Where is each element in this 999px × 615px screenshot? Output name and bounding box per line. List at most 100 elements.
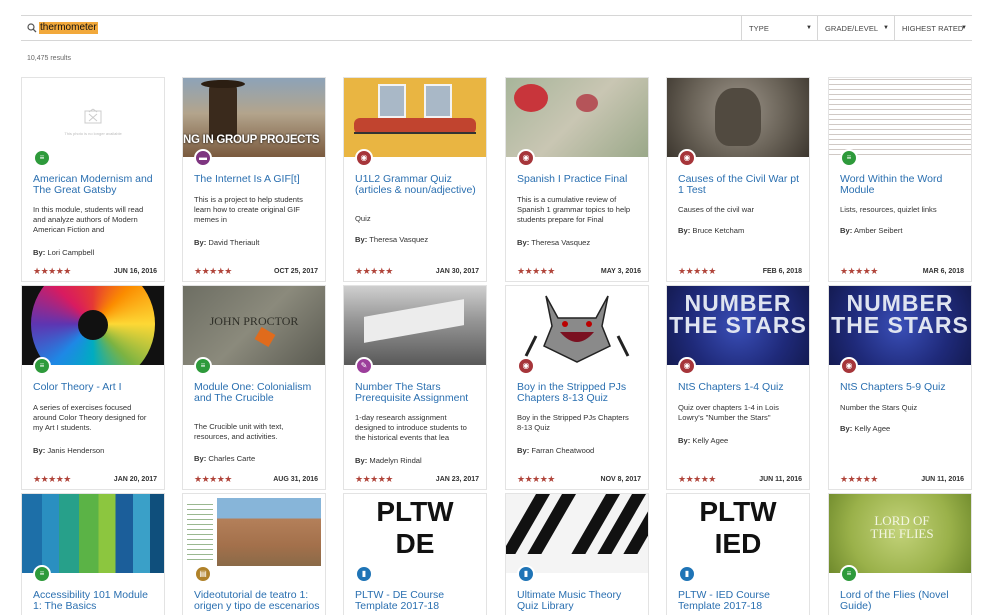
card-title[interactable]: Causes of the Civil War pt 1 Test [678,174,804,196]
card-title[interactable]: Number The Stars Prerequisite Assignment [355,382,481,404]
card-description: The Crucible unit with text, resources, … [194,422,284,441]
slide-text-lines [187,500,213,560]
result-card[interactable]: LORD OF THE FLIES ≡ Lord of the Flies (N… [828,493,972,615]
card-author: By: Kelly Agee [840,424,890,433]
result-card[interactable]: ◉ U1L2 Grammar Quiz (articles & noun/adj… [343,77,487,282]
author-name: Janis Henderson [47,446,105,455]
result-card[interactable]: ✎ Number The Stars Prerequisite Assignme… [343,285,487,490]
result-card[interactable]: ≡ Color Theory - Art I A series of exerc… [21,285,165,490]
author-prefix: By: [517,238,530,247]
author-prefix: By: [33,446,46,455]
card-description: Boy in the Stripped PJs Chapters 8-13 Qu… [517,413,629,432]
author-name: Bruce Ketcham [692,226,745,235]
card-title[interactable]: Lord of the Flies (Novel Guide) [840,590,966,612]
result-card[interactable]: JOHN PROCTOR ≡ Module One: Colonialism a… [182,285,326,490]
card-title[interactable]: American Modernism and The Great Gatsby [33,174,159,196]
card-title[interactable]: Color Theory - Art I [33,382,159,393]
rose-bud [576,94,598,112]
card-thumbnail [344,78,486,157]
author-name: David Theriault [208,238,260,247]
rating-stars: ★★★★★ [840,266,878,276]
card-title[interactable]: Word Within the Word Module [840,174,966,196]
card-title[interactable]: U1L2 Grammar Quiz (articles & noun/adjec… [355,174,481,196]
module-icon: ≡ [33,357,51,375]
card-thumbnail: JOHN PROCTOR [183,286,325,365]
sort-dropdown[interactable]: HIGHEST RATED ▼ [894,16,972,40]
card-title[interactable]: Module One: Colonialism and The Crucible [194,382,320,404]
result-card[interactable]: ◉ Causes of the Civil War pt 1 Test Caus… [666,77,810,282]
card-author: By: Farran Cheatwood [517,446,594,455]
card-title[interactable]: Boy in the Stripped PJs Chapters 8-13 Qu… [517,382,643,404]
result-card[interactable]: ▤ Videotutorial de teatro 1: origen y ti… [182,493,326,615]
chevron-down-icon: ▼ [960,25,967,31]
result-card[interactable]: NUMBER THE STARS ◉ NtS Chapters 5-9 Quiz… [828,285,972,490]
card-title[interactable]: PLTW - IED Course Template 2017-18 [678,590,804,612]
quiz-icon: ◉ [840,357,858,375]
author-prefix: By: [678,436,691,445]
result-card[interactable]: This photo is no longer available ≡ Amer… [21,77,165,282]
card-title[interactable]: Videotutorial de teatro 1: origen y tipo… [194,590,320,612]
card-title[interactable]: Accessibility 101 Module 1: The Basics [33,590,159,612]
rating-stars: ★★★★★ [194,266,232,276]
window-right [424,84,452,118]
result-card[interactable]: NUMBER THE STARS ◉ NtS Chapters 1-4 Quiz… [666,285,810,490]
author-name: Lori Campbell [47,248,95,257]
search-query[interactable]: thermometer [39,22,98,34]
author-name: Charles Carte [208,454,256,463]
result-card[interactable]: ◉ Boy in the Stripped PJs Chapters 8-13 … [505,285,649,490]
thumbnail-caption: PLTW DE [376,496,454,559]
quiz-icon: ◉ [355,149,373,167]
grade-filter-label: GRADE/LEVEL [825,23,879,33]
hat-shape [201,80,245,88]
author-prefix: By: [517,446,530,455]
card-date: NOV 8, 2017 [600,476,641,483]
author-name: Kelly Agee [692,436,729,445]
rating-stars: ★★★★★ [33,266,71,276]
card-thumbnail [506,286,648,365]
result-card[interactable]: ◉ Spanish I Practice Final This is a cum… [505,77,649,282]
results-count: 10,475 results [27,55,71,62]
card-title[interactable]: NtS Chapters 5-9 Quiz [840,382,966,393]
type-filter-dropdown[interactable]: TYPE ▼ [741,16,817,40]
card-title[interactable]: Ultimate Music Theory Quiz Library [517,590,643,612]
card-description: 1-day research assignment designed to in… [355,413,467,442]
grade-level-filter-dropdown[interactable]: GRADE/LEVEL ▼ [817,16,894,40]
rating-stars: ★★★★★ [33,474,71,484]
card-title[interactable]: The Internet Is A GIF[t] [194,174,320,185]
result-card[interactable]: ▮ Ultimate Music Theory Quiz Library [505,493,649,615]
card-thumbnail [344,286,486,365]
type-filter-label: TYPE [749,23,769,33]
author-prefix: By: [840,226,853,235]
card-title[interactable]: NtS Chapters 1-4 Quiz [678,382,804,393]
author-name: Theresa Vasquez [369,235,429,244]
course-icon: ▮ [517,565,535,583]
theatre-photo [217,498,321,566]
result-card[interactable]: PLTW IED ▮ PLTW - IED Course Template 20… [666,493,810,615]
card-thumbnail: NUMBER THE STARS [829,286,971,365]
result-card[interactable]: NG IN GROUP PROJECTS ▬ The Internet Is A… [182,77,326,282]
card-author: By: Kelly Agee [678,436,728,445]
author-prefix: By: [840,424,853,433]
course-icon: ▮ [355,565,373,583]
gas-mask-figure [715,88,761,146]
wildcat-mascot [524,295,630,363]
result-card[interactable]: ≡ Word Within the Word Module Lists, res… [828,77,972,282]
author-prefix: By: [355,456,368,465]
quiz-icon: ◉ [517,357,535,375]
rose-flower [514,84,548,112]
card-date: JAN 20, 2017 [113,476,157,483]
card-title[interactable]: Spanish I Practice Final [517,174,643,185]
card-author: By: Bruce Ketcham [678,226,744,235]
card-thumbnail [183,494,325,573]
result-card[interactable]: ≡ Accessibility 101 Module 1: The Basics [21,493,165,615]
card-thumbnail [667,78,809,157]
card-title[interactable]: PLTW - DE Course Template 2017-18 [355,590,481,612]
module-icon: ≡ [840,149,858,167]
module-icon: ≡ [840,565,858,583]
card-thumbnail: PLTW IED [667,494,809,573]
card-thumbnail: LORD OF THE FLIES [829,494,971,573]
module-icon: ≡ [33,565,51,583]
result-card[interactable]: PLTW DE ▮ PLTW - DE Course Template 2017… [343,493,487,615]
card-thumbnail [506,78,648,157]
search-bar[interactable]: thermometer TYPE ▼ GRADE/LEVEL ▼ HIGHEST… [21,15,972,41]
